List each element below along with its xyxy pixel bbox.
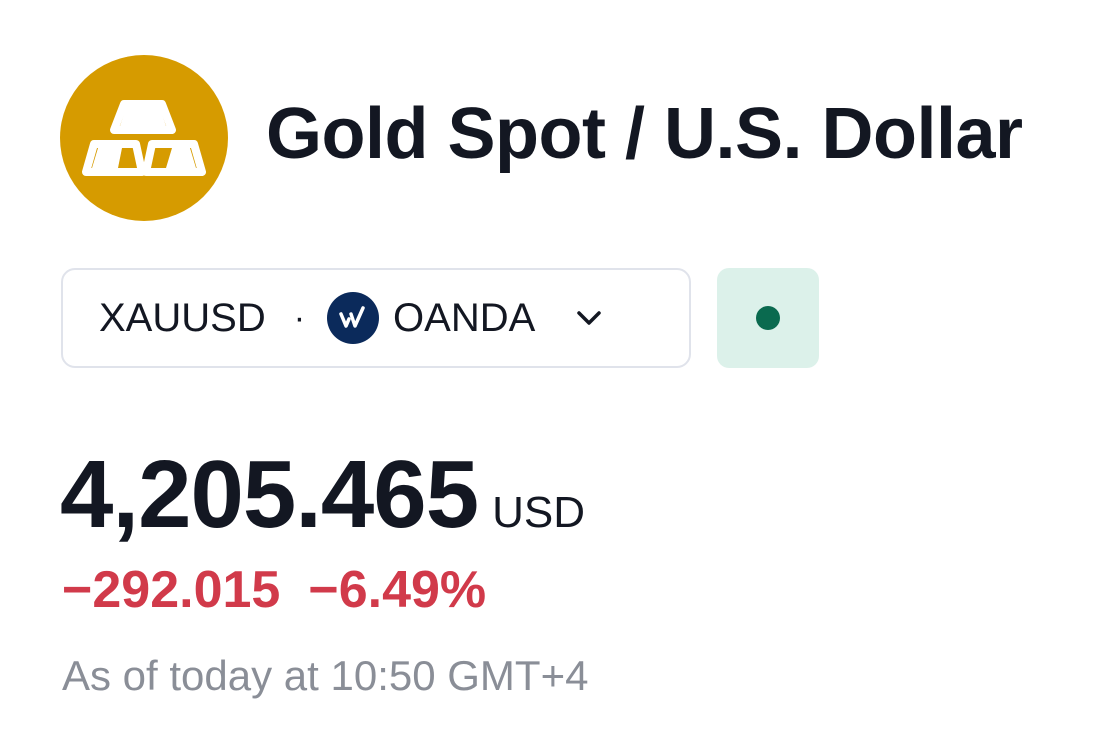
broker-label: OANDA: [393, 295, 536, 340]
separator-dot: ·: [293, 298, 306, 337]
chevron-down-icon: [575, 309, 603, 327]
gold-bars-icon: [60, 55, 228, 221]
last-price: 4,205.465: [60, 441, 479, 548]
oanda-logo-icon: [327, 292, 380, 344]
symbol-row: XAUUSD · OANDA: [61, 268, 819, 368]
price-change: −292.015: [62, 561, 281, 619]
status-dot-icon: [756, 306, 780, 330]
gold-bars-graphic: [82, 100, 206, 176]
page-title: Gold Spot / U.S. Dollar: [266, 94, 1023, 174]
price-change-percent: −6.49%: [308, 561, 487, 619]
ticker-label: XAUUSD: [99, 295, 266, 340]
price-row: 4,205.465 USD: [60, 440, 585, 550]
change-row: −292.015 −6.49%: [62, 560, 486, 620]
market-status-button[interactable]: [717, 268, 819, 368]
price-currency: USD: [492, 488, 585, 537]
as-of-timestamp: As of today at 10:50 GMT+4: [62, 652, 589, 699]
symbol-header: Gold Spot / U.S. Dollar: [60, 55, 1023, 221]
symbol-exchange-selector[interactable]: XAUUSD · OANDA: [61, 268, 691, 368]
symbol-page: Gold Spot / U.S. Dollar XAUUSD · OANDA 4: [0, 0, 1104, 729]
